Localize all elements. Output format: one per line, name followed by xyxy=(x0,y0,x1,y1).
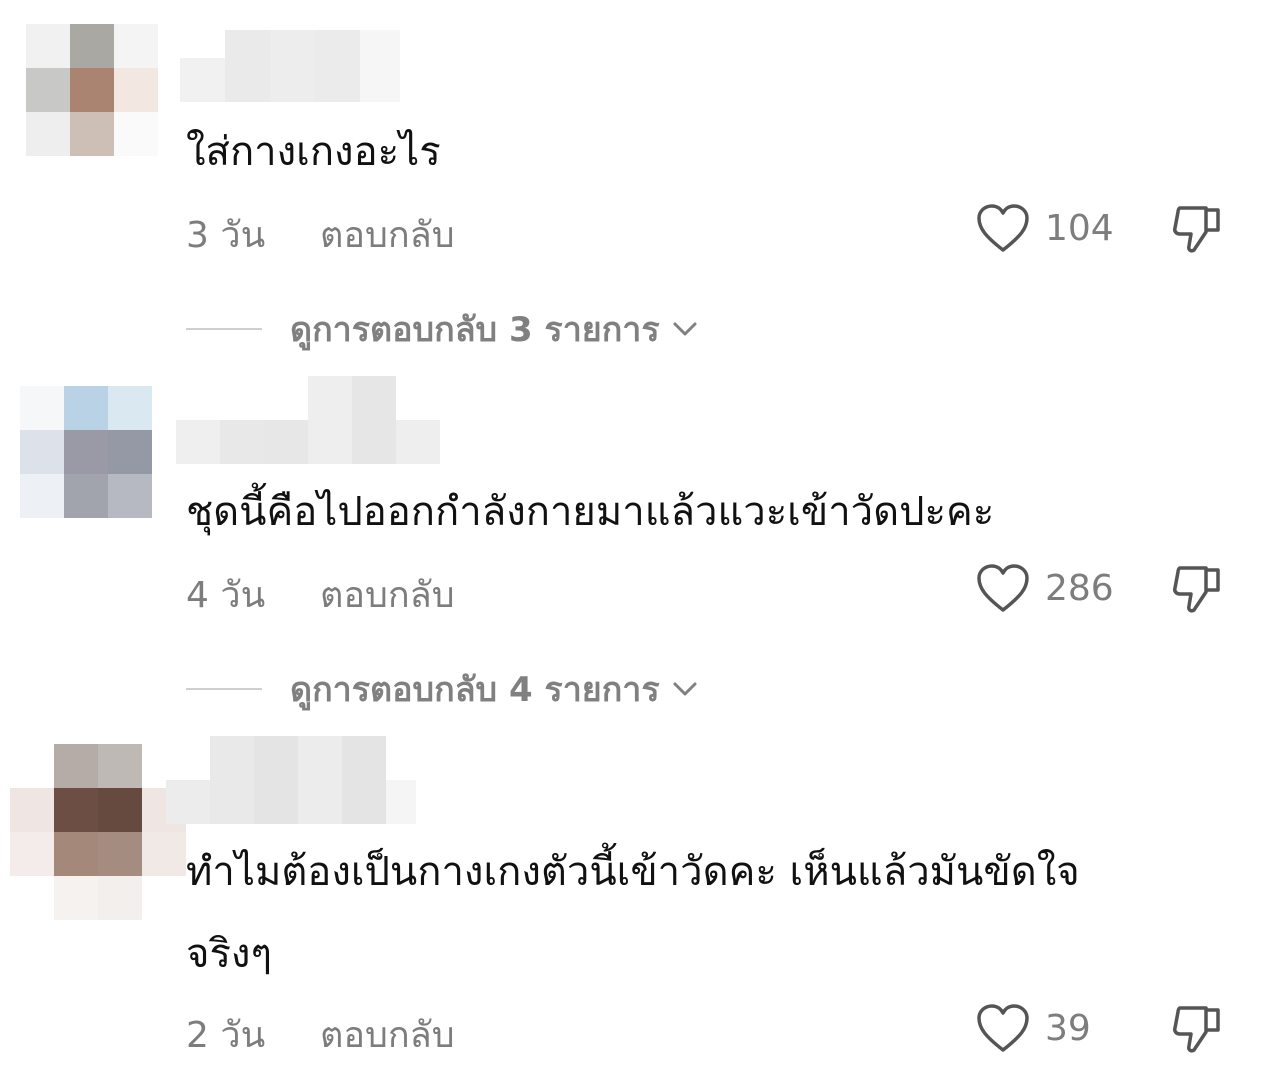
divider-line xyxy=(186,328,262,330)
view-replies-label: ดูการตอบกลับ 3 รายการ xyxy=(290,310,660,350)
comment-text-line-2: จริงๆ xyxy=(186,931,272,977)
heart-icon xyxy=(977,1004,1029,1052)
view-replies-label: ดูการตอบกลับ 4 รายการ xyxy=(290,670,660,710)
username-placeholder[interactable] xyxy=(176,374,442,464)
avatar[interactable] xyxy=(26,24,176,174)
like-count: 39 xyxy=(1045,1007,1091,1049)
comment-meta: 2 วัน ตอบกลับ xyxy=(186,1006,455,1063)
view-replies[interactable]: ดูการตอบกลับ 3 รายการ xyxy=(186,302,700,356)
reply-button[interactable]: ตอบกลับ xyxy=(320,206,455,263)
like-button[interactable]: 39 xyxy=(975,998,1091,1058)
comment-text-line-1: ทำไมต้องเป็นกางเกงตัวนี้เข้าวัดคะ เห็นแล… xyxy=(186,849,1080,895)
view-replies[interactable]: ดูการตอบกลับ 4 รายการ xyxy=(186,662,700,716)
thumbs-down-icon[interactable] xyxy=(1170,1000,1226,1056)
comment-time: 2 วัน xyxy=(186,1015,266,1056)
reply-button[interactable]: ตอบกลับ xyxy=(320,1006,455,1063)
like-count: 286 xyxy=(1045,567,1114,609)
comment-time: 3 วัน xyxy=(186,215,266,256)
like-button[interactable]: 104 xyxy=(975,198,1114,258)
username-placeholder[interactable] xyxy=(166,734,416,824)
chevron-down-icon xyxy=(673,322,697,336)
thumbs-down-icon[interactable] xyxy=(1170,560,1226,616)
comment-text: ใส่กางเกงอะไร xyxy=(186,129,441,175)
heart-icon xyxy=(977,204,1029,252)
like-count: 104 xyxy=(1045,207,1114,249)
comment-meta: 3 วัน ตอบกลับ xyxy=(186,206,455,263)
heart-icon xyxy=(977,564,1029,612)
chevron-down-icon xyxy=(673,682,697,696)
avatar[interactable] xyxy=(10,744,186,920)
comment-time: 4 วัน xyxy=(186,575,266,616)
reply-button[interactable]: ตอบกลับ xyxy=(320,566,455,623)
comment-meta: 4 วัน ตอบกลับ xyxy=(186,566,455,623)
avatar[interactable] xyxy=(20,386,170,536)
like-button[interactable]: 286 xyxy=(975,558,1114,618)
comment-text: ชุดนี้คือไปออกกำลังกายมาแล้วแวะเข้าวัดปะ… xyxy=(186,489,995,535)
thumbs-down-icon[interactable] xyxy=(1170,200,1226,256)
divider-line xyxy=(186,688,262,690)
username-placeholder[interactable] xyxy=(180,28,400,103)
